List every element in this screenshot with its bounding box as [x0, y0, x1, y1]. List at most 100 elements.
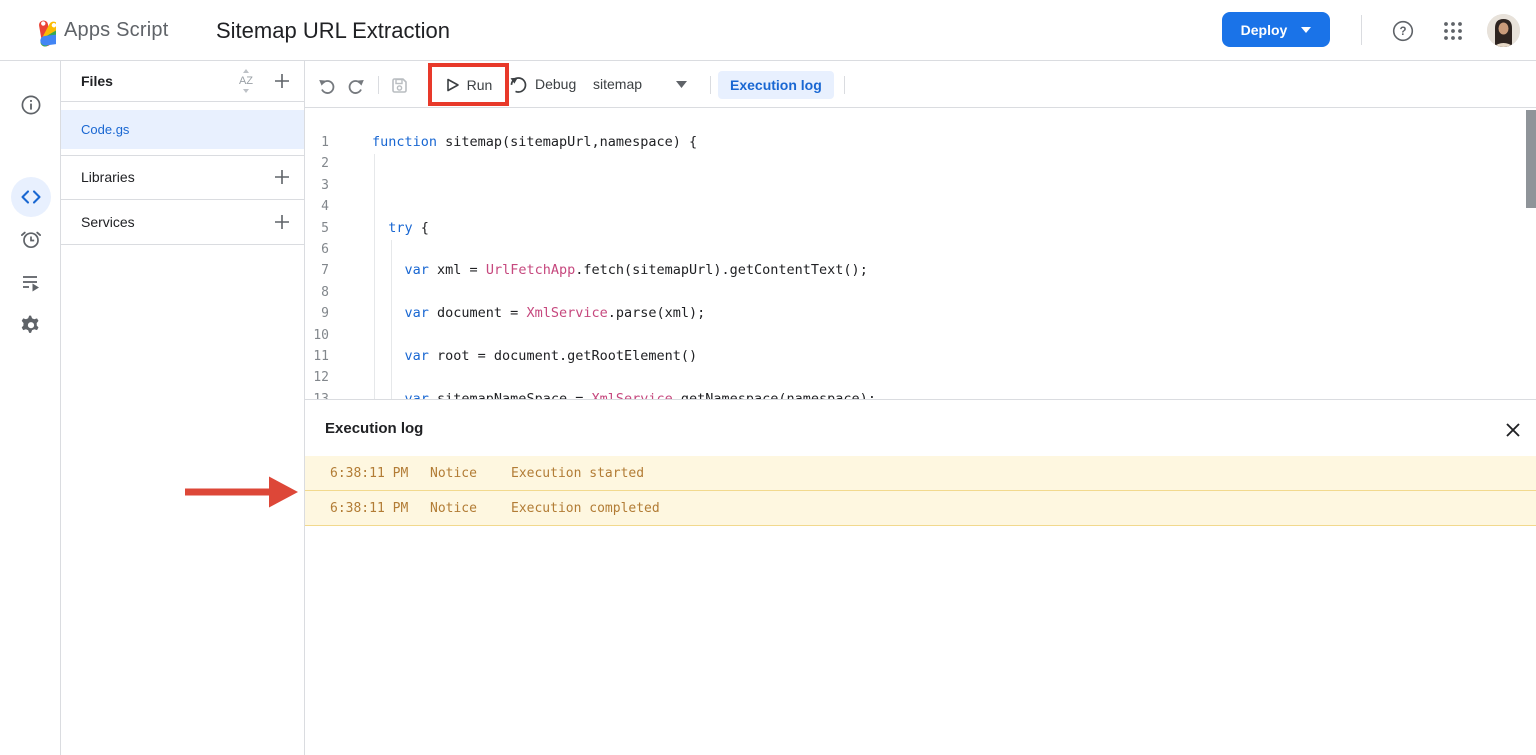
rail-item-overview[interactable]	[0, 85, 61, 125]
execution-log-title: Execution log	[325, 420, 423, 437]
execution-log-toggle-label: Execution log	[730, 77, 822, 93]
gear-icon	[20, 314, 42, 336]
code-line[interactable]	[372, 282, 1516, 303]
debug-icon	[509, 75, 528, 94]
code-line[interactable]	[372, 239, 1516, 260]
code-editor[interactable]: 12345678910111213 function sitemap(sitem…	[305, 108, 1536, 400]
line-number[interactable]: 10	[305, 325, 329, 346]
chevron-down-icon	[676, 81, 687, 88]
debug-label: Debug	[535, 76, 576, 92]
log-message: Execution completed	[511, 501, 660, 516]
user-avatar[interactable]	[1487, 14, 1520, 47]
close-icon	[1504, 421, 1522, 439]
code-line[interactable]	[372, 196, 1516, 217]
close-execution-log-button[interactable]	[1502, 419, 1524, 441]
line-number-gutter[interactable]: 12345678910111213	[305, 132, 329, 400]
info-icon	[20, 94, 42, 116]
code-line[interactable]: function sitemap(sitemapUrl,namespace) {	[372, 132, 1516, 153]
log-timestamp: 6:38:11 PM	[330, 466, 430, 481]
execution-log-panel: Execution log 6:38:11 PMNoticeExecution …	[305, 399, 1536, 755]
deploy-button[interactable]: Deploy	[1222, 12, 1330, 47]
help-button[interactable]: ?	[1388, 0, 1418, 61]
apps-grid-icon	[1443, 21, 1463, 41]
editor-scrollbar[interactable]	[1526, 110, 1536, 208]
code-line[interactable]: try {	[372, 218, 1516, 239]
redo-button[interactable]	[345, 75, 365, 95]
line-number[interactable]: 1	[305, 132, 329, 153]
rail-item-editor[interactable]	[0, 177, 61, 217]
apps-script-logo	[18, 13, 56, 47]
rail-item-executions[interactable]	[0, 263, 61, 303]
add-service-button[interactable]	[268, 208, 296, 236]
line-number[interactable]: 4	[305, 196, 329, 217]
files-header: Files AZ	[61, 61, 304, 102]
file-name: Code.gs	[81, 122, 129, 137]
log-level: Notice	[430, 501, 511, 516]
run-label: Run	[467, 77, 493, 93]
help-icon: ?	[1391, 19, 1415, 43]
plus-icon	[273, 168, 291, 186]
svg-text:?: ?	[1399, 26, 1406, 38]
save-icon	[390, 76, 409, 95]
add-file-button[interactable]	[268, 67, 296, 95]
run-button[interactable]: Run	[445, 77, 493, 93]
sort-az-icon	[243, 69, 249, 73]
code-line[interactable]	[372, 367, 1516, 388]
list-play-icon	[20, 272, 42, 294]
deploy-label: Deploy	[1241, 22, 1288, 38]
code-line[interactable]	[372, 175, 1516, 196]
alarm-clock-icon	[20, 228, 42, 250]
project-title[interactable]: Sitemap URL Extraction	[216, 0, 450, 61]
services-label: Services	[81, 214, 135, 230]
line-number[interactable]: 7	[305, 260, 329, 281]
toolbar-divider	[378, 76, 379, 94]
code-line[interactable]	[372, 325, 1516, 346]
file-item-codegs[interactable]: Code.gs	[61, 110, 304, 149]
sort-files-button[interactable]: AZ	[232, 67, 260, 95]
log-entry: 6:38:11 PMNoticeExecution started	[305, 456, 1536, 491]
function-selector-value: sitemap	[593, 76, 642, 92]
log-entry: 6:38:11 PMNoticeExecution completed	[305, 491, 1536, 526]
undo-button[interactable]	[317, 75, 337, 95]
line-number[interactable]: 5	[305, 218, 329, 239]
line-number[interactable]: 3	[305, 175, 329, 196]
plus-icon	[273, 72, 291, 90]
function-selector[interactable]: sitemap	[593, 69, 687, 99]
play-icon	[445, 77, 460, 93]
editor-toolbar: Run Debug sitemap Execution log	[305, 61, 1536, 108]
run-button-highlight-annotation: Run	[428, 63, 509, 106]
rail-item-triggers[interactable]	[0, 219, 61, 259]
rail-item-settings[interactable]	[0, 305, 61, 345]
log-level: Notice	[430, 466, 511, 481]
top-header: Apps Script Sitemap URL Extraction Deplo…	[0, 0, 1536, 61]
code-line[interactable]	[372, 153, 1516, 174]
apps-script-editor: Apps Script Sitemap URL Extraction Deplo…	[0, 0, 1536, 755]
line-number[interactable]: 9	[305, 303, 329, 324]
google-apps-button[interactable]	[1438, 0, 1468, 61]
line-number[interactable]: 2	[305, 153, 329, 174]
line-number[interactable]: 6	[305, 239, 329, 260]
add-library-button[interactable]	[268, 163, 296, 191]
chevron-down-icon	[1301, 27, 1311, 33]
save-button[interactable]	[389, 75, 409, 95]
avatar-photo-icon	[1487, 14, 1520, 47]
files-title: Files	[81, 73, 113, 89]
toolbar-divider	[844, 76, 845, 94]
execution-log-header: Execution log	[305, 400, 1536, 456]
code-line[interactable]: var document = XmlService.parse(xml);	[372, 303, 1516, 324]
log-entries: 6:38:11 PMNoticeExecution started6:38:11…	[305, 456, 1536, 526]
undo-icon	[318, 76, 337, 95]
line-number[interactable]: 12	[305, 367, 329, 388]
files-panel: Files AZ Code.gs Libraries	[61, 61, 305, 755]
debug-button[interactable]: Debug	[509, 69, 576, 99]
code-content[interactable]: function sitemap(sitemapUrl,namespace) {…	[372, 132, 1516, 400]
libraries-section: Libraries	[61, 155, 304, 200]
execution-log-toggle[interactable]: Execution log	[718, 71, 834, 99]
log-timestamp: 6:38:11 PM	[330, 501, 430, 516]
line-number[interactable]: 8	[305, 282, 329, 303]
toolbar-divider	[710, 76, 711, 94]
code-line[interactable]: var xml = UrlFetchApp.fetch(sitemapUrl).…	[372, 260, 1516, 281]
redo-icon	[346, 76, 365, 95]
line-number[interactable]: 11	[305, 346, 329, 367]
code-line[interactable]: var root = document.getRootElement()	[372, 346, 1516, 367]
